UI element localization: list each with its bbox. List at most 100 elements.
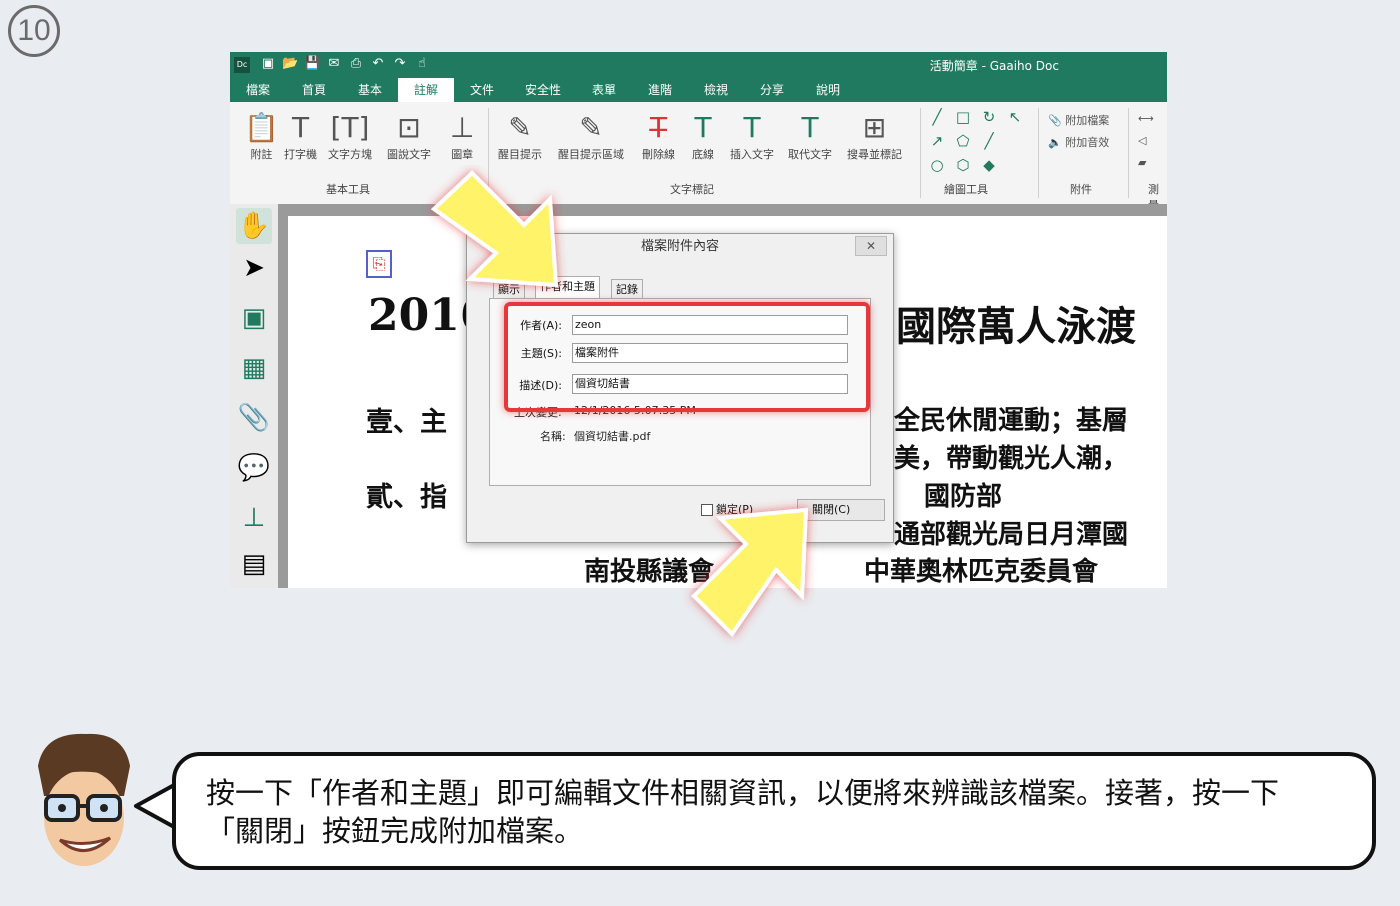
menu-forms[interactable]: 表單 (582, 78, 626, 102)
group-basic-tools: 基本工具 (326, 183, 370, 196)
speaker-icon: 🔈 (1048, 136, 1062, 149)
arrow-icon[interactable]: ↗ (928, 132, 946, 150)
menu-help[interactable]: 說明 (806, 78, 850, 102)
doc-right-line-2: 美，帶動觀光人潮， (894, 444, 1129, 474)
binoculars-icon: ⊞ (862, 111, 887, 144)
doc-right-line-5: 中華奧林匹克委員會 (864, 557, 1099, 587)
comment-icon[interactable]: 💬 (236, 450, 272, 486)
left-sidebar: ✋ ➤ ▣ ▦ 📎 💬 ⊥ ▤ (230, 204, 279, 588)
doc-right-line-3: 國防部 (924, 482, 1003, 512)
callout-tool[interactable]: ⊡ 圖說文字 (387, 110, 431, 162)
attachment-icon[interactable]: 📎 (236, 400, 272, 436)
doc-heading: 國際萬人泳渡 (896, 303, 1136, 350)
tab-history[interactable]: 記錄 (611, 279, 643, 300)
group-attachments: 附件 (1070, 183, 1092, 196)
window-title: 活動簡章 - Gaaiho Doc (929, 59, 1059, 73)
menu-view[interactable]: 檢視 (694, 78, 738, 102)
document-properties-icon[interactable]: ▤ (236, 546, 272, 582)
replace-text-tool[interactable]: T 取代文字 (788, 110, 832, 162)
polygon-line-icon[interactable]: ⬡ (954, 156, 972, 174)
strikethrough-tool[interactable]: T̶ 刪除線 (642, 110, 675, 162)
typewriter-icon: T (291, 111, 310, 144)
menu-comment[interactable]: 註解 (398, 78, 454, 102)
hand-tool-icon[interactable]: ☝ (414, 55, 430, 73)
measure-distance-icon[interactable]: ⟷ (1138, 112, 1154, 125)
cloud-icon[interactable]: ↻ (980, 108, 998, 126)
attach-sound-button[interactable]: 🔈 附加音效 (1048, 134, 1109, 150)
pencil-icon[interactable]: ╱ (980, 132, 998, 150)
insert-text-icon: T (743, 111, 761, 144)
group-drawing-tools: 繪圖工具 (944, 183, 988, 196)
measure-perimeter-icon[interactable]: ◁ (1138, 134, 1146, 147)
group-text-markup: 文字標記 (670, 183, 714, 196)
textbox-icon: [T] (330, 111, 370, 144)
separator (1038, 108, 1039, 198)
menu-security[interactable]: 安全性 (514, 78, 572, 102)
stamp-icon: ⊥ (450, 111, 475, 144)
save-icon[interactable]: 💾 (304, 55, 320, 73)
replace-text-icon: T (801, 111, 819, 144)
arrow-to-tab-icon (430, 170, 559, 288)
highlight-area-tool[interactable]: ✎ 醒目提示區域 (558, 110, 624, 162)
doc-right-line-4: 通部觀光局日月潭國 (894, 520, 1129, 550)
highlighter-icon: ✎ (508, 111, 532, 144)
textbox-tool[interactable]: [T] 文字方塊 (328, 110, 372, 162)
eraser-icon[interactable]: ◆ (980, 156, 998, 174)
highlight-area-icon: ✎ (579, 111, 603, 144)
author-subject-highlight (504, 302, 870, 412)
hand-icon[interactable]: ✋ (236, 208, 272, 244)
underline-tool[interactable]: T 底線 (692, 110, 714, 162)
redo-icon[interactable]: ↷ (392, 55, 408, 73)
menu-basic[interactable]: 基本 (348, 78, 392, 102)
doc-right-line-1: 全民休閒運動；基層 (894, 406, 1129, 436)
menu-home[interactable]: 首頁 (292, 78, 336, 102)
doc-section-1: 壹、主 (366, 407, 447, 438)
file-name-label: 名稱: (540, 430, 566, 443)
dialog-close-button[interactable]: ✕ (855, 236, 887, 256)
file-name-value: 個資切結書.pdf (574, 430, 651, 443)
app-logo: Dc (234, 57, 250, 73)
menu-file[interactable]: 檔案 (236, 78, 280, 102)
measure-area-icon[interactable]: ▰ (1138, 156, 1146, 169)
bubble-text-line-2: 「關閉」按鈕完成附加檔案。 (206, 814, 584, 848)
strikethrough-icon: T̶ (649, 111, 668, 144)
line-icon[interactable]: ╱ (928, 108, 946, 126)
search-mark-tool[interactable]: ⊞ 搜尋並標記 (847, 110, 902, 162)
attach-file-button[interactable]: 📎 附加檔案 (1048, 112, 1109, 128)
speech-bubble: 按一下「作者和主題」即可編輯文件相關資訊，以便將來辨識該檔案。接著，按一下 「關… (172, 752, 1376, 870)
separator (1128, 108, 1129, 198)
menu-bar: 檔案 首頁 基本 註解 文件 安全性 表單 進階 檢視 分享 說明 (230, 78, 1167, 102)
pencil-erase-icon[interactable]: ↖ (1006, 108, 1024, 126)
select-arrow-icon[interactable]: ➤ (236, 250, 272, 286)
undo-icon[interactable]: ↶ (370, 55, 386, 73)
note-icon: 📋 (244, 111, 279, 144)
oval-icon[interactable]: ○ (928, 156, 946, 174)
quick-access-toolbar: ▣ 📂 💾 ✉ ⎙ ↶ ↷ ☝ (260, 55, 430, 75)
stamp-tool[interactable]: ⊥ 圖章 (450, 110, 474, 162)
bubble-text-line-1: 按一下「作者和主題」即可編輯文件相關資訊，以便將來辨識該檔案。接著，按一下 (206, 776, 1280, 810)
ribbon: 📋 附註 T 打字機 [T] 文字方塊 ⊡ 圖說文字 ⊥ 圖章 基本工具 ✎ 醒目提示 ✎ 醒… (230, 102, 1167, 212)
email-icon[interactable]: ✉ (326, 55, 342, 73)
insert-text-tool[interactable]: T 插入文字 (730, 110, 774, 162)
menu-share[interactable]: 分享 (750, 78, 794, 102)
print-icon[interactable]: ⎙ (348, 55, 364, 73)
bookmark-icon[interactable]: ▣ (236, 300, 272, 336)
arrow-to-close-icon (691, 507, 809, 638)
thumbnails-icon[interactable]: ▦ (236, 350, 272, 386)
doc-section-2: 貳、指 (366, 482, 447, 513)
menu-advanced[interactable]: 進階 (638, 78, 682, 102)
note-tool[interactable]: 📋 附註 (244, 110, 279, 162)
bubble-text: 按一下「作者和主題」即可編輯文件相關資訊，以便將來辨識該檔案。接著，按一下 「關… (206, 774, 1346, 850)
separator (920, 108, 921, 198)
underline-icon: T (694, 111, 712, 144)
attachment-annotation-icon[interactable]: ⎘ (366, 250, 392, 278)
doc-icon[interactable]: ▣ (260, 55, 276, 73)
highlight-tool[interactable]: ✎ 醒目提示 (498, 110, 542, 162)
stamp-side-icon[interactable]: ⊥ (236, 500, 272, 536)
polygon-icon[interactable]: ⬠ (954, 132, 972, 150)
menu-document[interactable]: 文件 (460, 78, 504, 102)
title-bar: Dc ▣ 📂 💾 ✉ ⎙ ↶ ↷ ☝ 活動簡章 - Gaaiho Doc (230, 52, 1167, 78)
rectangle-icon[interactable]: □ (954, 108, 972, 126)
open-folder-icon[interactable]: 📂 (282, 55, 298, 73)
typewriter-tool[interactable]: T 打字機 (284, 110, 317, 162)
